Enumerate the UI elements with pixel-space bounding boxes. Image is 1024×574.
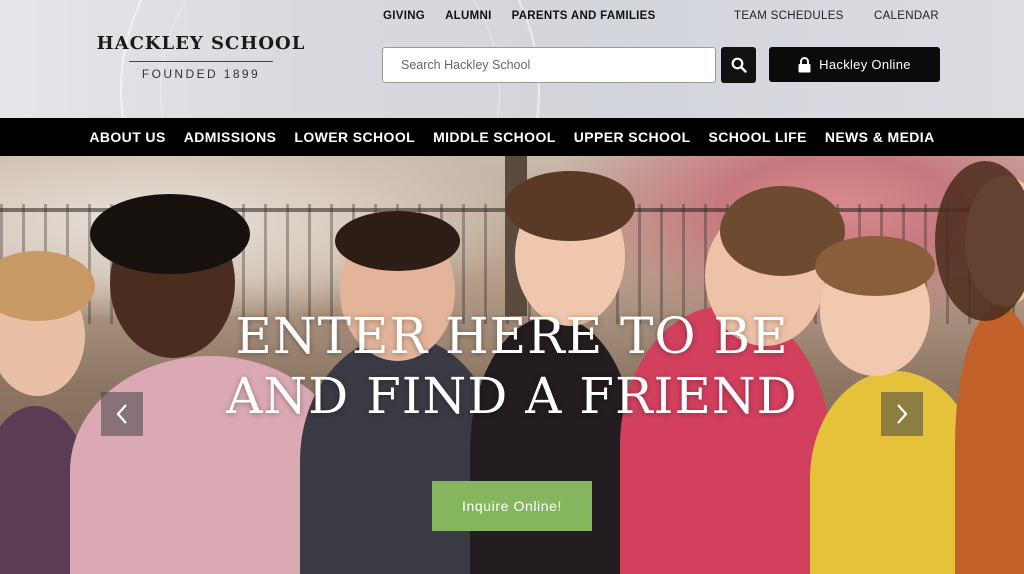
logo-name: HACKLEY SCHOOL — [96, 33, 306, 54]
slideshow-prev-button[interactable] — [101, 392, 143, 436]
hero-headline-line-1: ENTER HERE TO BE — [235, 307, 789, 365]
util-link-team-schedules[interactable]: TEAM SCHEDULES — [734, 10, 844, 22]
chevron-right-icon — [897, 404, 908, 424]
logo-divider — [129, 61, 273, 62]
chevron-left-icon — [116, 404, 127, 424]
nav-upper-school[interactable]: UPPER SCHOOL — [574, 129, 691, 145]
main-nav: ABOUT US ADMISSIONS LOWER SCHOOL MIDDLE … — [0, 118, 1024, 156]
util-link-alumni[interactable]: ALUMNI — [445, 10, 492, 22]
util-link-parents[interactable]: PARENTS AND FAMILIES — [512, 10, 656, 22]
search-button[interactable] — [721, 47, 756, 83]
nav-school-life[interactable]: SCHOOL LIFE — [709, 129, 807, 145]
child-hair — [505, 171, 635, 241]
child-hair — [815, 236, 935, 296]
nav-admissions[interactable]: ADMISSIONS — [184, 129, 277, 145]
nav-lower-school[interactable]: LOWER SCHOOL — [294, 129, 415, 145]
hackley-online-label: Hackley Online — [819, 57, 911, 72]
logo-founded: FOUNDED 1899 — [141, 67, 261, 81]
search-icon — [731, 57, 747, 73]
school-logo[interactable]: HACKLEY SCHOOL FOUNDED 1899 — [96, 33, 306, 81]
hackley-online-button[interactable]: Hackley Online — [769, 47, 940, 82]
utility-nav-right: TEAM SCHEDULES CALENDAR — [734, 10, 939, 22]
util-link-giving[interactable]: GIVING — [383, 10, 425, 22]
site-header: HACKLEY SCHOOL FOUNDED 1899 GIVING ALUMN… — [0, 0, 1024, 118]
lock-icon — [798, 56, 811, 72]
inquire-online-button[interactable]: Inquire Online! — [432, 481, 592, 531]
hero-headline-line-2: AND FIND A FRIEND — [226, 367, 798, 425]
child-hair — [335, 211, 460, 271]
utility-nav: GIVING ALUMNI PARENTS AND FAMILIES — [383, 10, 656, 22]
util-link-calendar[interactable]: CALENDAR — [874, 10, 939, 22]
nav-news-media[interactable]: NEWS & MEDIA — [825, 129, 935, 145]
search-input[interactable] — [382, 47, 716, 83]
child-hair — [90, 194, 250, 274]
hero-headline: ENTER HERE TO BE AND FIND A FRIEND — [0, 306, 1024, 426]
slideshow-next-button[interactable] — [881, 392, 923, 436]
hero-slideshow: ENTER HERE TO BE AND FIND A FRIEND Inqui… — [0, 156, 1024, 574]
child-hair — [935, 161, 1024, 321]
nav-about-us[interactable]: ABOUT US — [89, 129, 165, 145]
nav-middle-school[interactable]: MIDDLE SCHOOL — [433, 129, 556, 145]
